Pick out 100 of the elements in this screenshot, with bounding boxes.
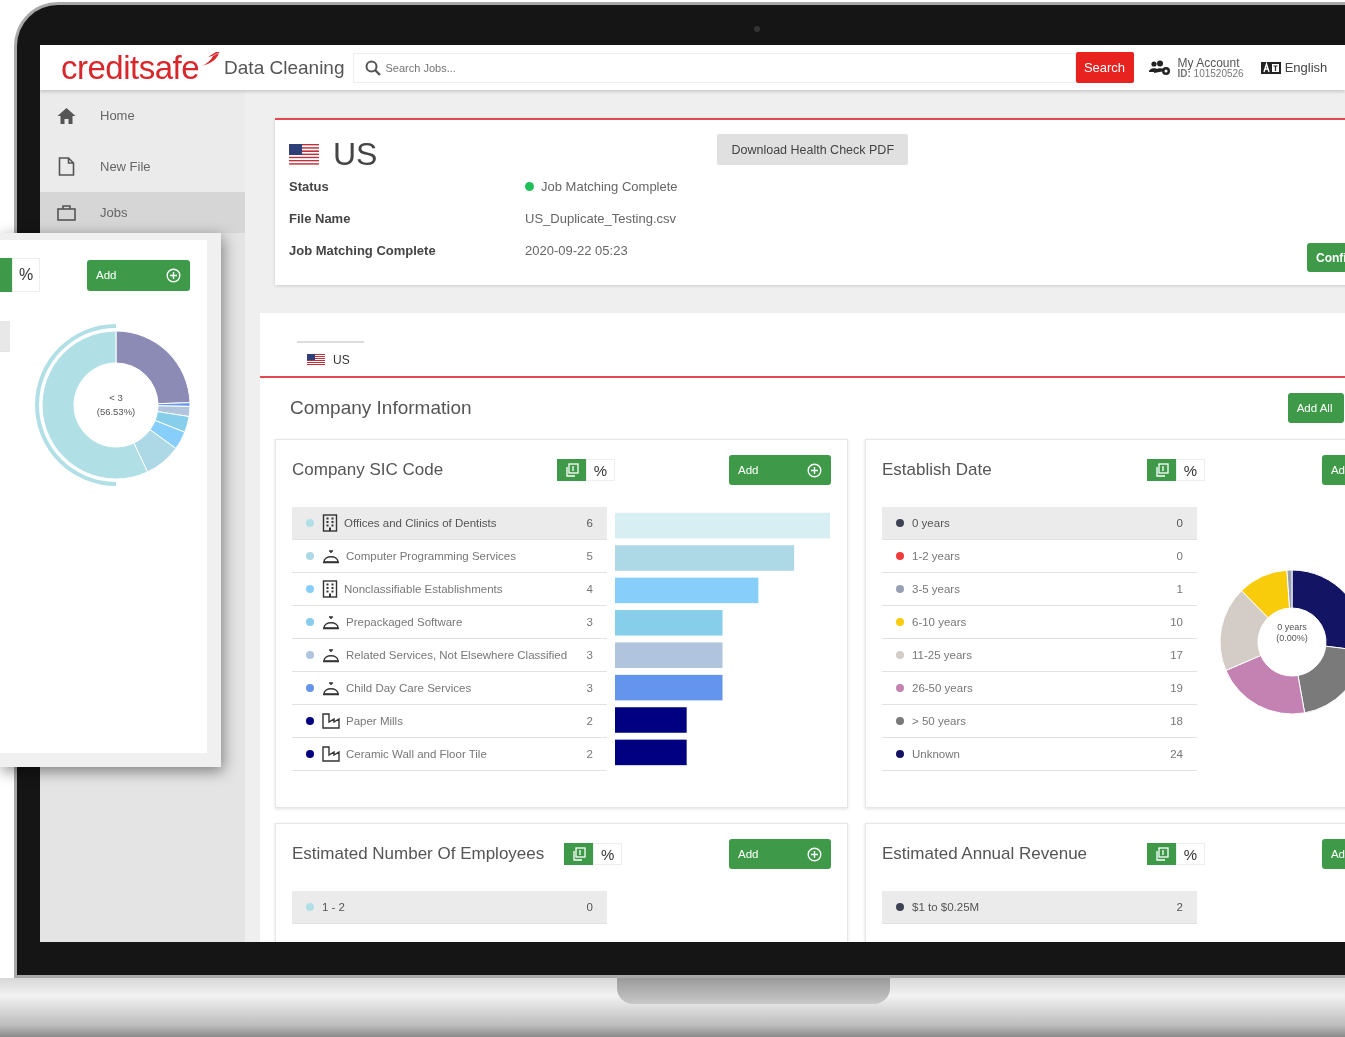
table-row[interactable]: Related Services, Not Elsewhere Classified 3 (292, 639, 607, 672)
donut-center-label: (0.00%) (1276, 633, 1308, 645)
count-value: 17 (1170, 649, 1183, 661)
table-row[interactable]: Offices and Clinics of Dentists 6 (292, 507, 607, 540)
percent-toggle-button[interactable]: % (586, 459, 615, 481)
count-toggle-button[interactable] (557, 459, 586, 481)
count-value: 1 (1176, 583, 1183, 595)
sidebar-item[interactable]: Jobs (40, 192, 245, 233)
app-title: Data Cleaning (224, 56, 345, 79)
copy-icon (564, 463, 579, 477)
percent-toggle-button[interactable]: % (593, 843, 623, 865)
count-value: 4 (586, 583, 593, 595)
service-bell-icon (322, 614, 340, 630)
service-bell-icon (322, 680, 340, 696)
us-flag-icon (289, 143, 319, 166)
count-toggle-button[interactable] (0, 258, 12, 292)
card-title: Estimated Annual Revenue (882, 844, 1089, 864)
count-value: 24 (1170, 748, 1183, 760)
home-icon (57, 107, 76, 124)
table-row[interactable]: 1-2 years 0 (882, 540, 1197, 573)
count-toggle-button[interactable] (1147, 459, 1176, 481)
add-button[interactable]: Add (729, 455, 831, 485)
table-row[interactable]: Computer Programming Services 5 (292, 540, 607, 573)
count-value: 2 (586, 748, 593, 760)
briefcase-icon (57, 204, 76, 221)
search-button[interactable]: Search (1075, 52, 1134, 83)
percent-toggle-button[interactable]: % (1176, 843, 1205, 865)
count-value: 10 (1170, 616, 1183, 628)
field-label: Job Matching Complete (289, 243, 437, 258)
job-title: US (333, 136, 378, 173)
table-row[interactable]: 6-10 years 10 (882, 606, 1197, 639)
language-icon (1260, 61, 1281, 74)
count-value: 6 (586, 517, 593, 529)
table-row[interactable]: Nonclassifiable Establishments 4 (292, 573, 607, 606)
add-button[interactable]: Add (87, 259, 190, 291)
percent-toggle-button[interactable]: % (12, 258, 40, 292)
service-bell-icon (322, 548, 340, 564)
logo-mark-icon (199, 51, 222, 68)
donut-center-label: (56.53%) (96, 405, 136, 419)
count-value: 19 (1170, 682, 1183, 694)
card-title: Estimated Number Of Employees (292, 844, 546, 864)
table-row[interactable]: $1 to $0.25M 2 (882, 891, 1197, 924)
building-icon (322, 580, 338, 598)
table-row[interactable]: 11-25 years 17 (882, 639, 1197, 672)
copy-icon (1154, 463, 1169, 477)
count-value: 3 (586, 649, 593, 661)
count-toggle-button[interactable] (1147, 843, 1176, 865)
add-all-button[interactable]: Add All (1287, 393, 1345, 423)
logo[interactable]: creditsafe (61, 48, 200, 87)
users-gear-icon[interactable] (1148, 59, 1171, 76)
copy-icon (571, 847, 586, 861)
camera-dot (754, 26, 760, 32)
service-bell-icon (322, 647, 340, 663)
account-id: ID: 101520526 (1177, 68, 1244, 79)
table-row[interactable]: Prepackaged Software 3 (292, 606, 607, 639)
field-label: File Name (289, 211, 352, 226)
count-value: 5 (586, 550, 593, 562)
card-title: Establish Date (882, 460, 993, 480)
table-row[interactable]: 26-50 years 19 (882, 672, 1197, 705)
donut-center-label: 0 years (1277, 622, 1307, 634)
count-value: 18 (1170, 715, 1183, 727)
add-button[interactable]: Ad (1321, 839, 1345, 869)
count-value: 3 (586, 682, 593, 694)
table-row[interactable]: Unknown 24 (882, 738, 1197, 771)
field-value: 2020-09-22 05:23 (525, 243, 628, 258)
percent-toggle-button[interactable]: % (1176, 459, 1205, 481)
table-row[interactable]: 3-5 years 1 (882, 573, 1197, 606)
field-value: Job Matching Complete (541, 179, 678, 194)
bar[interactable] (615, 739, 687, 766)
language-selector[interactable]: English (1284, 60, 1328, 75)
search-field[interactable]: Search Jobs... (352, 52, 1076, 83)
table-row[interactable]: 1 - 2 0 (292, 891, 607, 924)
field-label: Status (289, 179, 330, 194)
table-row[interactable]: > 50 years 18 (882, 705, 1197, 738)
table-row[interactable]: Paper Mills 2 (292, 705, 607, 738)
download-pdf-button[interactable]: Download Health Check PDF (717, 134, 909, 165)
my-account-link[interactable]: My Account (1177, 56, 1244, 69)
confirm-button[interactable]: Confi (1307, 243, 1345, 272)
add-button[interactable]: Add (729, 839, 831, 869)
count-value: 0 (1176, 517, 1183, 529)
count-value: 2 (1176, 901, 1183, 913)
sidebar-item[interactable]: New File (40, 141, 245, 192)
count-value: 3 (586, 616, 593, 628)
table-row[interactable]: Child Day Care Services 3 (292, 672, 607, 705)
count-toggle-button[interactable] (564, 843, 594, 865)
plus-circle-icon (807, 462, 822, 478)
table-row[interactable]: 0 years 0 (882, 507, 1197, 540)
building-icon (322, 514, 338, 532)
field-value: US_Duplicate_Testing.csv (525, 211, 677, 226)
add-button[interactable]: Ad (1321, 455, 1345, 485)
country-tab[interactable]: US (297, 341, 364, 376)
count-value: 0 (586, 901, 593, 913)
table-row[interactable]: Ceramic Wall and Floor Tile 2 (292, 738, 607, 771)
count-value: 2 (586, 715, 593, 727)
section-title: Company Information (290, 397, 472, 419)
sidebar-item[interactable]: Home (40, 90, 245, 141)
count-value: 0 (1176, 550, 1183, 562)
plus-circle-icon (166, 267, 181, 283)
factory-icon (322, 713, 340, 729)
factory-icon (322, 746, 340, 762)
